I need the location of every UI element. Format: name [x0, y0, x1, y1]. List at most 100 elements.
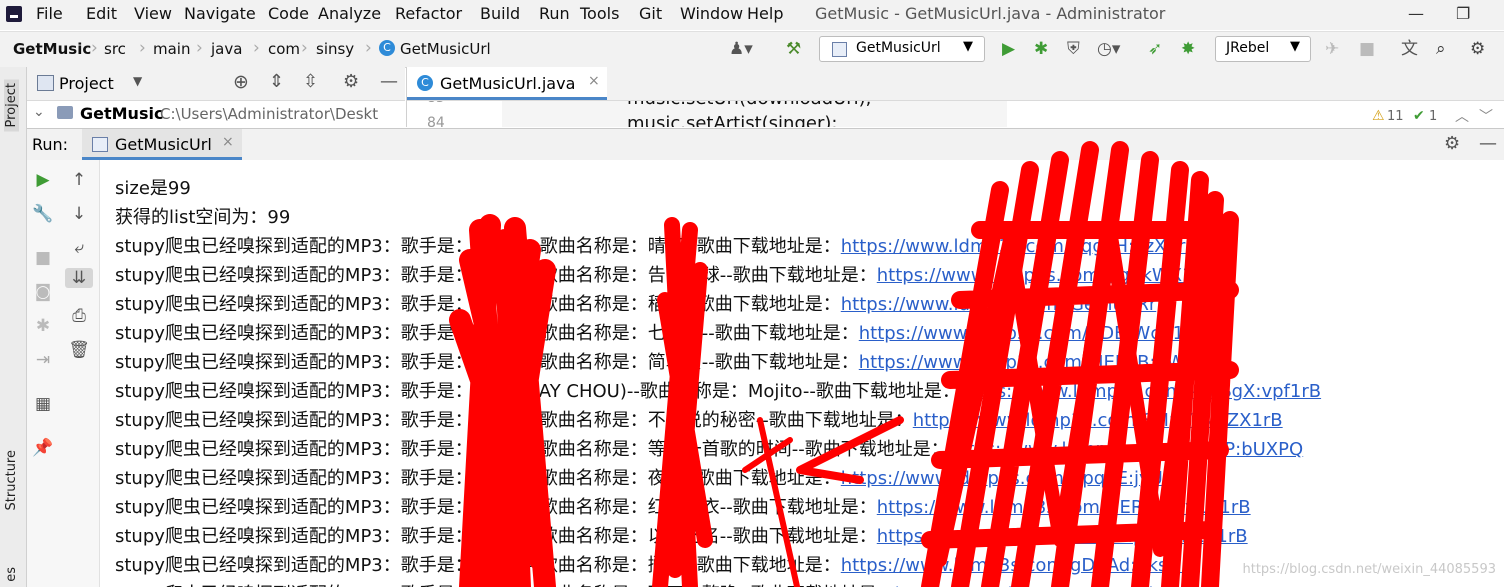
singer-name: 周杰伦 [472, 352, 527, 373]
download-link[interactable]: https://www.ldmp3s.com/MEKkB:dWX1rB [859, 352, 1229, 373]
chevron-down-icon[interactable]: ⌄ [33, 104, 45, 120]
print-icon[interactable]: ⎙ [67, 306, 91, 326]
log-text: --歌曲名称是： [526, 352, 648, 373]
log-prefix: stupy爬虫已经嗅探到适配的MP3：歌手是： [115, 468, 473, 489]
arrow-up-icon[interactable]: ↑ [67, 170, 91, 190]
run-configuration-value: GetMusicUrl [856, 40, 941, 56]
jrebel-run-icon[interactable]: ➶ [1148, 39, 1162, 59]
wrench-icon[interactable]: 🔧 [31, 204, 55, 224]
run-tab[interactable]: GetMusicUrl × [82, 129, 242, 160]
layout-icon[interactable]: ▦ [31, 394, 55, 414]
jrebel-debug-icon[interactable]: ✸ [1181, 39, 1195, 59]
gear-icon[interactable]: ⚙ [343, 71, 359, 92]
download-link[interactable]: https://www.ldmp3s.com/Ge:nuRRr [841, 294, 1157, 315]
download-link[interactable]: https://www.ldmp3s.com/YuBGP:bUXPQ [949, 439, 1303, 460]
stop-icon: ■ [34, 248, 52, 268]
hide-icon[interactable]: — [380, 71, 398, 92]
menu-window[interactable]: Window [680, 4, 743, 23]
java-class-icon: C [417, 75, 433, 91]
project-root-name[interactable]: GetMusic [80, 104, 163, 123]
minimize-icon[interactable]: — [1408, 4, 1424, 23]
song-name: 七里香 [647, 323, 702, 344]
bottom-tool-tab[interactable]: es [4, 567, 19, 582]
user-icon[interactable]: ♟▾ [729, 39, 753, 59]
run-icon[interactable]: ▶ [1002, 39, 1015, 59]
singer-name: 周杰伦 [472, 323, 527, 344]
log-prefix: stupy爬虫已经嗅探到适配的MP3：歌手是： [115, 439, 473, 460]
structure-tool-tab[interactable]: Structure [4, 450, 19, 510]
menu-code[interactable]: Code [268, 4, 309, 23]
gear-icon[interactable]: ⚙ [1444, 133, 1460, 154]
exit-icon[interactable]: ⇥ [31, 350, 55, 370]
expand-all-icon[interactable]: ⇕ [269, 71, 284, 92]
download-link[interactable]: https://www.ldmp3s.com/TqgyH:xzX1rB [841, 236, 1198, 257]
console-output[interactable]: size是99 获得的list空间为：99 stupy爬虫已经嗅探到适配的MP3… [100, 160, 1504, 587]
chevron-up-icon[interactable]: ︿ [1455, 106, 1469, 126]
menu-view[interactable]: View [134, 4, 172, 23]
close-icon[interactable]: × [222, 134, 234, 150]
tab-getmusicurl-java[interactable]: C GetMusicUrl.java × [407, 67, 607, 100]
console-log-row: stupy爬虫已经嗅探到适配的MP3：歌手是：周杰伦--歌曲名称是：简单爱--歌… [115, 348, 1228, 374]
log-text: --歌曲下载地址是： [755, 410, 913, 431]
menu-refactor[interactable]: Refactor [395, 4, 462, 23]
menu-build[interactable]: Build [480, 4, 520, 23]
log-text: --歌曲名称是： [526, 468, 648, 489]
download-link[interactable]: https://www.ldmp3s.com/SMpVfB:FZX1rB [877, 526, 1248, 547]
download-link[interactable]: https://www.ldmp3s.com/Vgf:kWX1rB [877, 265, 1213, 286]
menu-help[interactable]: Help [747, 4, 783, 23]
song-name: 告白气球 [647, 265, 720, 286]
log-text: --歌曲下载地址是： [683, 294, 841, 315]
console-line: size是99 [115, 178, 191, 199]
search-icon[interactable]: ⌕ [1436, 39, 1446, 59]
editor-tabs: C GetMusicUrl.java × [406, 67, 1504, 101]
download-link[interactable]: https://www.ldmp3s.com/HERuuH:y1X1rB [877, 497, 1251, 518]
breadcrumb-com[interactable]: com [268, 40, 300, 58]
menu-file[interactable]: File [36, 4, 63, 23]
chevron-down-icon[interactable]: ﹀ [1479, 106, 1493, 126]
jrebel-select[interactable]: JRebel ▼ [1215, 36, 1311, 62]
hide-icon[interactable]: — [1479, 133, 1497, 154]
download-link[interactable]: https://www.ldmp3s.com/SMpVfB:sZX1rB [913, 410, 1283, 431]
debug-icon[interactable]: ✱ [1034, 39, 1048, 59]
soft-wrap-icon[interactable]: ⤶ [67, 238, 91, 258]
breadcrumb-project[interactable]: GetMusic [13, 40, 91, 58]
gear-icon[interactable]: ⚙ [1470, 39, 1485, 59]
download-link[interactable]: https://www.ldmp3s.com/VDB:WcX1rB [859, 323, 1204, 344]
log-text: --歌曲名称是： [526, 323, 648, 344]
download-link[interactable]: https://www.ldmp3s.com/-ZXSgX:vpf1rB [960, 381, 1321, 402]
rerun-icon[interactable]: ▶ [31, 170, 55, 190]
breadcrumb-class[interactable]: GetMusicUrl [400, 40, 491, 58]
close-icon[interactable]: × [588, 73, 600, 89]
menu-tools[interactable]: Tools [580, 4, 619, 23]
run-configuration-select[interactable]: GetMusicUrl ▼ [819, 36, 985, 62]
breadcrumb-java[interactable]: java [211, 40, 242, 58]
breadcrumb-src[interactable]: src [104, 40, 126, 58]
chevron-down-icon[interactable]: ▼ [133, 74, 142, 88]
menu-run[interactable]: Run [539, 4, 570, 23]
breadcrumb-sinsy[interactable]: sinsy [316, 40, 354, 58]
menu-navigate[interactable]: Navigate [184, 4, 256, 23]
collapse-all-icon[interactable]: ⇳ [303, 71, 318, 92]
menu-analyze[interactable]: Analyze [318, 4, 381, 23]
translate-icon[interactable]: 文 [1401, 39, 1418, 59]
pin-icon[interactable]: 📌 [31, 438, 55, 458]
scroll-to-end-icon[interactable]: ⇊ [65, 268, 93, 288]
download-link[interactable]: https://www.ldmp3s.com/gD3Ad:gksGb [841, 555, 1193, 576]
intellij-logo-icon [6, 6, 22, 22]
build-hammer-icon[interactable]: ⚒ [786, 39, 801, 59]
arrow-down-icon[interactable]: ↓ [67, 204, 91, 224]
locate-icon[interactable]: ⊕ [233, 71, 249, 93]
project-panel-title[interactable]: Project [59, 74, 114, 93]
breadcrumb-main[interactable]: main [153, 40, 190, 58]
download-link[interactable]: https://www.ldmp3s.com/BpquE:jyUqP [841, 468, 1185, 489]
trash-icon[interactable]: 🗑 [67, 340, 91, 360]
menu-git[interactable]: Git [639, 4, 662, 23]
project-tool-tab[interactable]: Project [4, 79, 19, 132]
warning-icon[interactable]: ⚠ [1372, 108, 1385, 124]
profile-icon[interactable]: ◷▾ [1097, 39, 1120, 59]
menu-edit[interactable]: Edit [86, 4, 117, 23]
restore-icon[interactable]: ❐ [1456, 4, 1470, 23]
song-name: Mojito [747, 381, 803, 402]
coverage-icon[interactable]: ⛨ [1067, 39, 1080, 59]
log-prefix: stupy爬虫已经嗅探到适配的MP3：歌手是： [115, 294, 473, 315]
